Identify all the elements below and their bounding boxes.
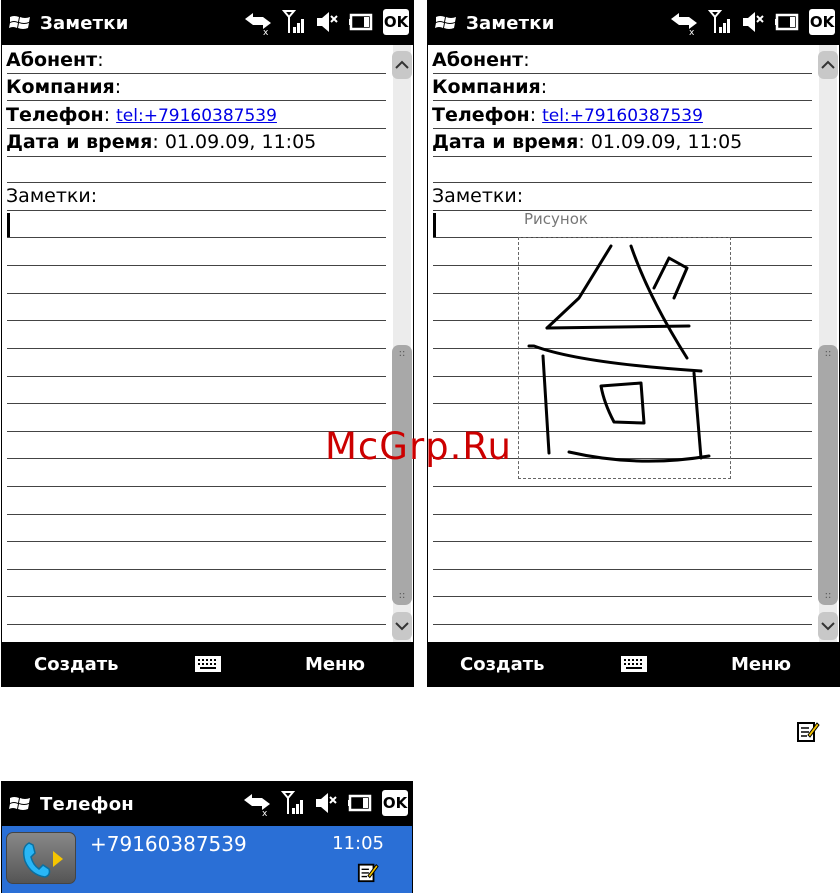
field-datetime: Дата и время: 01.09.09, 11:05 — [6, 131, 317, 153]
volume-muted-icon[interactable] — [314, 790, 338, 816]
status-area: x OK — [669, 9, 835, 35]
incoming-call-icon — [6, 832, 76, 884]
page-title: Заметки — [466, 12, 555, 34]
connectivity-icon[interactable]: x — [243, 9, 273, 35]
phone-link[interactable]: tel:+79160387539 — [542, 106, 703, 126]
create-button[interactable]: Создать — [460, 654, 545, 675]
scroll-up-button[interactable] — [818, 51, 838, 79]
scroll-thumb[interactable]: :: :: — [818, 345, 838, 605]
create-button[interactable]: Создать — [34, 654, 119, 675]
screen-notes-2: Заметки x OK Абонент: Компания: Телефон:… — [427, 0, 840, 687]
status-area: x OK — [242, 790, 408, 816]
svg-text:x: x — [262, 809, 268, 816]
scroll-up-button[interactable] — [392, 51, 412, 79]
battery-icon[interactable] — [347, 790, 373, 816]
phone-number: +79160387539 — [90, 832, 247, 856]
field-phone[interactable]: Телефон: tel:+79160387539 — [432, 104, 703, 126]
title-bar: Заметки x OK — [428, 1, 839, 45]
watermark: McGrp.Ru — [325, 425, 512, 468]
title-bar: Заметки x OK — [2, 1, 413, 45]
signal-icon[interactable] — [282, 9, 306, 35]
volume-muted-icon[interactable] — [315, 9, 339, 35]
field-phone[interactable]: Телефон: tel:+79160387539 — [6, 104, 277, 126]
field-datetime: Дата и время: 01.09.09, 11:05 — [432, 131, 743, 153]
scrollbar[interactable]: :: :: — [817, 45, 839, 642]
note-icon — [797, 722, 820, 742]
connectivity-icon[interactable]: x — [242, 790, 272, 816]
field-subscriber[interactable]: Абонент: — [6, 49, 104, 71]
scroll-down-button[interactable] — [392, 612, 412, 640]
windows-logo-icon[interactable] — [8, 792, 32, 816]
chevron-down-icon — [395, 622, 409, 631]
ok-button[interactable]: OK — [383, 9, 409, 35]
volume-muted-icon[interactable] — [741, 9, 765, 35]
menu-button[interactable]: Меню — [305, 654, 365, 675]
page-title: Заметки — [40, 12, 129, 34]
windows-logo-icon[interactable] — [434, 11, 458, 35]
status-area: x OK — [243, 9, 409, 35]
notes-label: Заметки: — [6, 185, 98, 207]
menu-button[interactable]: Меню — [731, 654, 791, 675]
windows-logo-icon[interactable] — [8, 11, 32, 35]
field-company[interactable]: Компания: — [6, 76, 121, 98]
scrollbar[interactable]: :: :: — [391, 45, 413, 642]
chevron-down-icon — [821, 622, 835, 631]
field-subscriber[interactable]: Абонент: — [432, 49, 530, 71]
softkey-bar: Создать Меню — [428, 642, 839, 686]
battery-icon[interactable] — [774, 9, 800, 35]
chevron-up-icon — [395, 60, 409, 69]
connectivity-icon[interactable]: x — [669, 9, 699, 35]
chevron-up-icon — [821, 60, 835, 69]
screen-phone: Телефон x OK +79160387539 11:05 — [1, 781, 413, 893]
note-attached-icon — [357, 863, 379, 883]
house-drawing — [527, 244, 711, 463]
notes-label: Заметки: — [432, 185, 524, 207]
text-cursor — [7, 213, 10, 237]
svg-text:x: x — [263, 28, 269, 35]
phone-link[interactable]: tel:+79160387539 — [116, 106, 277, 126]
scroll-down-button[interactable] — [818, 612, 838, 640]
drawing-caption: Рисунок — [524, 210, 588, 228]
call-time: 11:05 — [332, 833, 384, 854]
signal-icon[interactable] — [708, 9, 732, 35]
svg-text:x: x — [689, 28, 695, 35]
notes-content[interactable]: Абонент: Компания: Телефон: tel:+7916038… — [2, 45, 391, 642]
signal-icon[interactable] — [281, 790, 305, 816]
title-bar: Телефон x OK — [2, 782, 412, 826]
notes-content[interactable]: Абонент: Компания: Телефон: tel:+7916038… — [428, 45, 817, 642]
ok-button[interactable]: OK — [809, 9, 835, 35]
keyboard-icon[interactable] — [620, 655, 648, 673]
ok-button[interactable]: OK — [382, 790, 408, 816]
softkey-bar: Создать Меню — [2, 642, 413, 686]
battery-icon[interactable] — [348, 9, 374, 35]
text-cursor — [433, 213, 436, 237]
call-log-item[interactable]: +79160387539 11:05 — [2, 826, 412, 893]
drawing-area[interactable] — [518, 237, 731, 479]
scroll-thumb[interactable]: :: :: — [392, 345, 412, 605]
field-company[interactable]: Компания: — [432, 76, 547, 98]
page-title: Телефон — [40, 793, 134, 815]
keyboard-icon[interactable] — [194, 655, 222, 673]
screen-notes-1: Заметки x OK Абонент: Компания: Телефон:… — [1, 0, 414, 687]
